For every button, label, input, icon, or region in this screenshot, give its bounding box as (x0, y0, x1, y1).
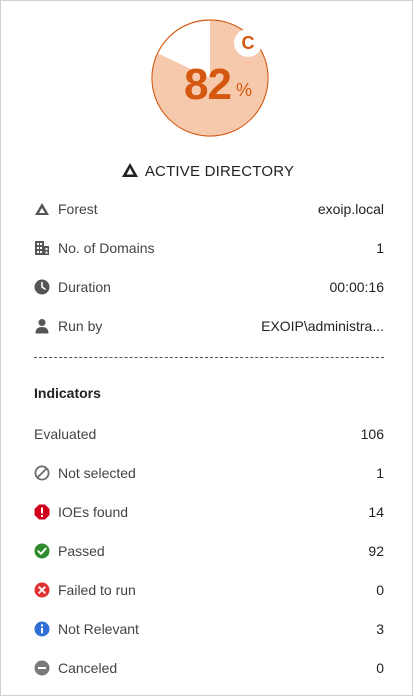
clock-icon (34, 279, 50, 295)
ioe-found-icon (34, 504, 50, 520)
indicator-label: IOEs found (58, 504, 129, 520)
indicator-value: 3 (376, 621, 384, 637)
grade-badge: C (234, 29, 262, 57)
indicator-row-evaluated: Evaluated 106 (34, 424, 384, 444)
indicator-row-ioes-found: IOEs found 14 (34, 502, 384, 522)
detail-label: Run by (58, 318, 103, 334)
indicator-label: Failed to run (58, 582, 136, 598)
indicator-value: 0 (376, 582, 384, 598)
forest-icon (35, 203, 49, 215)
detail-value: exoip.local (317, 201, 384, 217)
detail-value: EXOIP\administra... (261, 318, 384, 334)
assessment-summary-card: 82 % C ACTIVE DIRECTORY Forest exoip.loc… (0, 0, 413, 696)
detail-label: Forest (58, 201, 98, 217)
indicator-label: Not Relevant (58, 621, 139, 637)
failed-to-run-icon (34, 582, 50, 598)
indicator-value: 14 (368, 504, 384, 520)
score-gauge: 82 % C (149, 14, 271, 142)
building-icon (35, 241, 49, 255)
active-directory-triangle-icon (121, 163, 138, 177)
indicator-value: 0 (376, 660, 384, 676)
indicator-row-canceled: Canceled 0 (34, 658, 384, 678)
not-relevant-icon (34, 621, 50, 637)
canceled-icon (34, 660, 50, 676)
indicator-label: Not selected (58, 465, 136, 481)
detail-value: 1 (376, 240, 384, 256)
detail-row-domains: No. of Domains 1 (34, 238, 384, 258)
indicator-label: Canceled (58, 660, 118, 676)
detail-row-duration: Duration 00:00:16 (34, 277, 384, 297)
detail-value: 00:00:16 (329, 279, 385, 295)
indicator-label: Evaluated (34, 426, 97, 442)
indicators-title: Indicators (34, 385, 101, 401)
score-unit: % (236, 80, 253, 100)
detail-label: No. of Domains (58, 240, 155, 256)
indicator-row-passed: Passed 92 (34, 541, 384, 561)
detail-row-forest: Forest exoip.local (34, 199, 384, 219)
detail-label: Duration (58, 279, 111, 295)
user-icon (35, 319, 49, 334)
section-heading: ACTIVE DIRECTORY (1, 162, 413, 180)
not-selected-icon (34, 465, 50, 481)
indicator-row-failed-to-run: Failed to run 0 (34, 580, 384, 600)
detail-row-run-by: Run by EXOIP\administra... (34, 316, 384, 336)
passed-icon (34, 543, 50, 559)
indicator-value: 106 (360, 426, 384, 442)
indicator-value: 92 (368, 543, 384, 559)
indicator-row-not-relevant: Not Relevant 3 (34, 619, 384, 639)
indicator-value: 1 (376, 465, 384, 481)
score-value: 82 (184, 60, 232, 109)
section-divider (34, 357, 384, 358)
indicator-label: Passed (58, 543, 105, 559)
indicator-row-not-selected: Not selected 1 (34, 463, 384, 483)
heading-title: ACTIVE DIRECTORY (144, 163, 295, 180)
